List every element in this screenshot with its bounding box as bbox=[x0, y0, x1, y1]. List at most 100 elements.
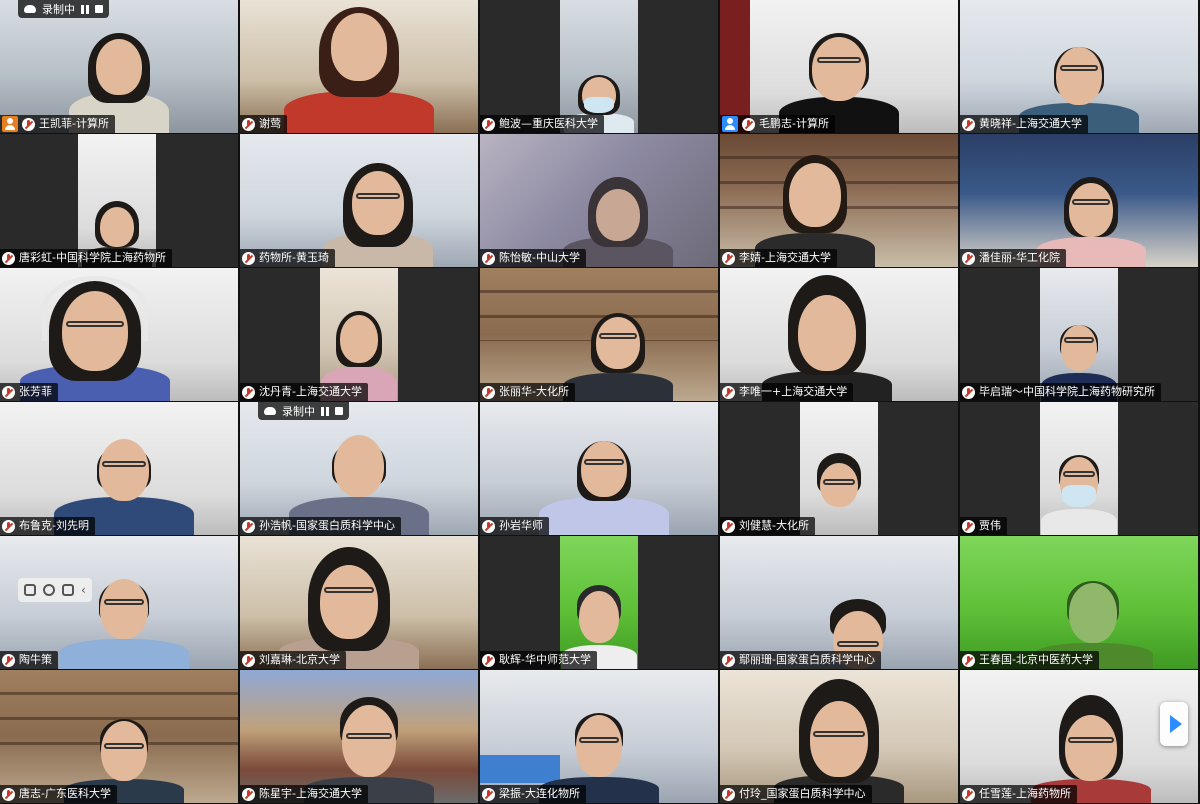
video-tile[interactable]: 李婧-上海交通大学 bbox=[720, 134, 958, 267]
video-tile[interactable]: 刘嘉琳-北京大学 bbox=[240, 536, 478, 669]
mic-muted-icon bbox=[242, 117, 255, 131]
participant-name-tag: 李婧-上海交通大学 bbox=[720, 249, 837, 267]
video-tile[interactable]: 药物所-黄玉琦 bbox=[240, 134, 478, 267]
participant-name: 陈星宇-上海交通大学 bbox=[259, 787, 362, 800]
video-tile[interactable]: 耿辉-华中师范大学 bbox=[480, 536, 718, 669]
recording-indicator[interactable]: 录制中 bbox=[258, 402, 349, 420]
mic-muted-icon bbox=[242, 653, 255, 667]
participant-name: 贾伟 bbox=[979, 519, 1001, 532]
pause-icon[interactable] bbox=[321, 406, 329, 416]
mic-muted-icon bbox=[722, 653, 735, 667]
mic-muted-icon bbox=[242, 787, 255, 801]
mic-muted-icon bbox=[962, 519, 975, 533]
pause-icon[interactable] bbox=[81, 4, 89, 14]
participant-name: 布鲁克-刘先明 bbox=[19, 519, 89, 532]
mic-muted-icon bbox=[482, 251, 495, 265]
participant-name-tag: 唐彩虹-中国科学院上海药物所 bbox=[0, 249, 172, 267]
participant-name-tag: 潘佳丽-华工化院 bbox=[960, 249, 1066, 267]
video-tile[interactable]: 刘健慧-大化所 bbox=[720, 402, 958, 535]
participant-name: 潘佳丽-华工化院 bbox=[979, 251, 1060, 264]
video-tile[interactable]: 梁振-大连化物所 bbox=[480, 670, 718, 803]
participant-name-tag: 孙浩帆-国家蛋白质科学中心 bbox=[240, 517, 401, 535]
participant-name: 陶牛策 bbox=[19, 653, 52, 666]
participant-name-tag: 毕启瑞～中国科学院上海药物研究所 bbox=[960, 383, 1161, 401]
video-tile[interactable]: 李唯一+上海交通大学 bbox=[720, 268, 958, 401]
video-tile[interactable]: 鲍波—重庆医科大学 bbox=[480, 0, 718, 133]
participant-name: 谢莺 bbox=[259, 117, 281, 130]
participant-name-tag: 刘嘉琳-北京大学 bbox=[240, 651, 346, 669]
participant-name-tag: 耿辉-华中师范大学 bbox=[480, 651, 597, 669]
video-tile[interactable]: 张丽华-大化所 bbox=[480, 268, 718, 401]
video-tile[interactable]: 谢莺 bbox=[240, 0, 478, 133]
mic-muted-icon bbox=[482, 117, 495, 131]
participant-name-tag: 唐志-广东医科大学 bbox=[0, 785, 117, 803]
video-tile[interactable]: 黄晓祥-上海交通大学 bbox=[960, 0, 1198, 133]
video-tile[interactable]: 陈怡敏-中山大学 bbox=[480, 134, 718, 267]
participant-name: 付玲_国家蛋白质科学中心 bbox=[739, 787, 866, 800]
participant-name-tag: 张芳菲 bbox=[0, 383, 58, 401]
grid-view-icon[interactable] bbox=[24, 584, 36, 596]
video-tile[interactable]: 毛鹏志-计算所 bbox=[720, 0, 958, 133]
mic-muted-icon bbox=[2, 787, 15, 801]
participant-name-tag: 药物所-黄玉琦 bbox=[240, 249, 335, 267]
participant-name: 沈丹青-上海交通大学 bbox=[259, 385, 362, 398]
participant-name-tag: 梁振-大连化物所 bbox=[480, 785, 586, 803]
video-tile[interactable]: 王春国-北京中医药大学 bbox=[960, 536, 1198, 669]
participant-name-tag: 毛鹏志-计算所 bbox=[720, 115, 835, 133]
cloud-record-icon bbox=[24, 5, 36, 13]
participant-name-tag: 王春国-北京中医药大学 bbox=[960, 651, 1099, 669]
video-tile[interactable]: 录制中 王凯菲-计算所 bbox=[0, 0, 238, 133]
mic-muted-icon bbox=[2, 385, 15, 399]
chevron-left-icon[interactable]: ‹ bbox=[81, 583, 86, 597]
video-tile[interactable]: 陈星宇-上海交通大学 bbox=[240, 670, 478, 803]
mic-muted-icon bbox=[722, 519, 735, 533]
video-tile[interactable]: 张芳菲 bbox=[0, 268, 238, 401]
video-tile[interactable]: 孙岩华师 bbox=[480, 402, 718, 535]
mic-muted-icon bbox=[482, 653, 495, 667]
mic-muted-icon bbox=[962, 787, 975, 801]
host-avatar-icon bbox=[722, 116, 738, 132]
mic-muted-icon bbox=[962, 251, 975, 265]
recording-indicator[interactable]: 录制中 bbox=[18, 0, 109, 18]
video-tile[interactable]: 沈丹青-上海交通大学 bbox=[240, 268, 478, 401]
mic-muted-icon bbox=[962, 117, 975, 131]
participant-name: 张芳菲 bbox=[19, 385, 52, 398]
host-avatar-icon bbox=[2, 116, 18, 132]
stop-icon[interactable] bbox=[335, 407, 343, 415]
participant-name: 任雪莲-上海药物所 bbox=[979, 787, 1071, 800]
participant-name: 陈怡敏-中山大学 bbox=[499, 251, 580, 264]
participant-name-tag: 鄢丽珊-国家蛋白质科学中心 bbox=[720, 651, 881, 669]
participant-name-tag: 谢莺 bbox=[240, 115, 287, 133]
participant-name: 唐志-广东医科大学 bbox=[19, 787, 111, 800]
participant-name: 李婧-上海交通大学 bbox=[739, 251, 831, 264]
participant-name: 张丽华-大化所 bbox=[499, 385, 569, 398]
participant-name-tag: 陶牛策 bbox=[0, 651, 58, 669]
video-tile[interactable]: 潘佳丽-华工化院 bbox=[960, 134, 1198, 267]
mic-muted-icon bbox=[962, 653, 975, 667]
mic-muted-icon bbox=[722, 385, 735, 399]
video-tile[interactable]: 录制中 孙浩帆-国家蛋白质科学中心 bbox=[240, 402, 478, 535]
mic-muted-icon bbox=[482, 519, 495, 533]
video-tile[interactable]: ‹ 陶牛策 bbox=[0, 536, 238, 669]
participant-name: 唐彩虹-中国科学院上海药物所 bbox=[19, 251, 166, 264]
video-tile[interactable]: 唐彩虹-中国科学院上海药物所 bbox=[0, 134, 238, 267]
view-toolbar[interactable]: ‹ bbox=[18, 578, 92, 602]
stop-icon[interactable] bbox=[95, 5, 103, 13]
mic-muted-icon bbox=[2, 251, 15, 265]
video-tile[interactable]: 付玲_国家蛋白质科学中心 bbox=[720, 670, 958, 803]
participant-name-tag: 刘健慧-大化所 bbox=[720, 517, 815, 535]
video-tile[interactable]: 贾伟 bbox=[960, 402, 1198, 535]
cloud-record-icon bbox=[264, 407, 276, 415]
video-tile[interactable]: 鄢丽珊-国家蛋白质科学中心 bbox=[720, 536, 958, 669]
emoji-icon[interactable] bbox=[43, 584, 55, 596]
participant-name: 刘嘉琳-北京大学 bbox=[259, 653, 340, 666]
video-tile[interactable]: 唐志-广东医科大学 bbox=[0, 670, 238, 803]
participant-name-tag: 黄晓祥-上海交通大学 bbox=[960, 115, 1088, 133]
screen-icon[interactable] bbox=[62, 584, 74, 596]
mic-muted-icon bbox=[722, 251, 735, 265]
video-tile[interactable]: 毕启瑞～中国科学院上海药物研究所 bbox=[960, 268, 1198, 401]
participant-name: 王凯菲-计算所 bbox=[39, 117, 109, 130]
mic-muted-icon bbox=[2, 519, 15, 533]
next-page-button[interactable] bbox=[1160, 702, 1188, 746]
video-tile[interactable]: 布鲁克-刘先明 bbox=[0, 402, 238, 535]
